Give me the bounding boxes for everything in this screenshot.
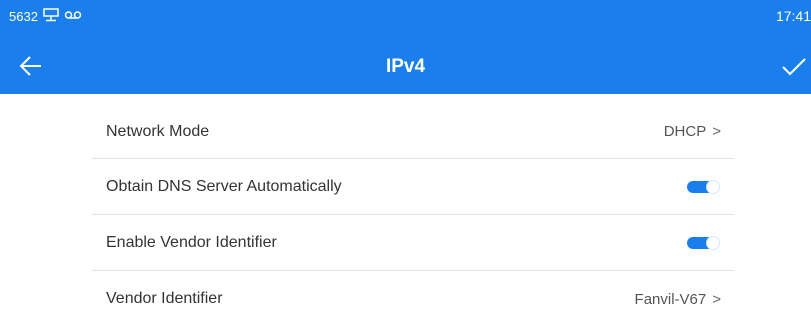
ipv4-settings-screen: 5632 17:41 IPv4 Network Mode DHCP > Obta… xyxy=(0,0,811,324)
vendor-identifier-label: Vendor Identifier xyxy=(106,290,223,307)
obtain-dns-label: Obtain DNS Server Automatically xyxy=(106,177,342,195)
voicemail-icon xyxy=(64,9,82,24)
enable-vendor-identifier-toggle[interactable] xyxy=(687,235,720,250)
network-icon xyxy=(43,8,59,25)
enable-vendor-identifier-label: Enable Vendor Identifier xyxy=(106,233,277,251)
network-mode-row[interactable]: Network Mode DHCP > xyxy=(92,94,734,159)
page-title: IPv4 xyxy=(385,56,426,77)
obtain-dns-toggle[interactable] xyxy=(687,179,720,194)
chevron-right-icon: > xyxy=(712,123,721,140)
enable-vendor-identifier-row: Enable Vendor Identifier xyxy=(92,215,734,271)
status-bar: 5632 17:41 xyxy=(0,0,811,44)
network-mode-label: Network Mode xyxy=(106,122,210,140)
chevron-right-icon: > xyxy=(712,290,721,308)
title-bar: IPv4 xyxy=(0,44,811,94)
confirm-button[interactable] xyxy=(781,55,811,83)
status-left: 5632 xyxy=(9,8,82,25)
checkmark-icon xyxy=(781,57,807,82)
vendor-identifier-value-text: Fanvil-V67 xyxy=(634,290,707,308)
network-mode-value: DHCP > xyxy=(664,123,721,140)
toggle-knob xyxy=(706,179,720,194)
network-mode-value-text: DHCP xyxy=(663,123,707,140)
obtain-dns-row: Obtain DNS Server Automatically xyxy=(92,159,734,215)
vendor-identifier-value: Fanvil-V67 > xyxy=(635,291,721,308)
clock: 17:41 xyxy=(775,8,811,24)
settings-list: Network Mode DHCP > Obtain DNS Server Au… xyxy=(0,94,811,324)
extension-number: 5632 xyxy=(9,9,38,24)
toggle-knob xyxy=(706,235,720,250)
vendor-identifier-row[interactable]: Vendor Identifier Fanvil-V67 > xyxy=(92,271,734,324)
